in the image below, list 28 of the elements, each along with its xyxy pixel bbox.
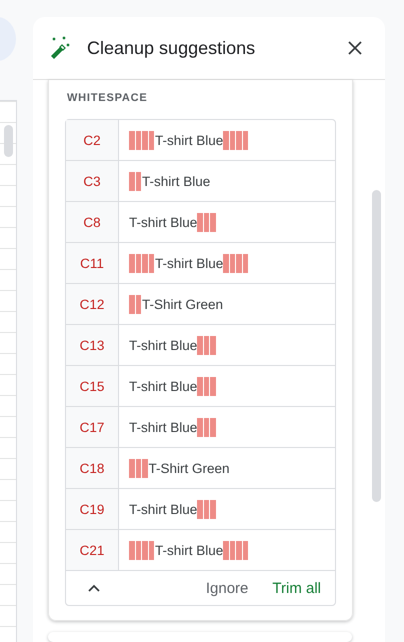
cell-value: T-shirt Blue [119, 489, 217, 529]
cell-reference[interactable]: C2 [66, 120, 119, 160]
cell-reference[interactable]: C21 [66, 530, 119, 570]
cell-value: T-shirt Blue [119, 530, 250, 570]
cell-reference[interactable]: C19 [66, 489, 119, 529]
cell-value: T-shirt Blue [119, 366, 217, 406]
cell-value: T-shirt Blue [119, 120, 250, 160]
cell-value: T-Shirt Green [119, 284, 224, 324]
scrollbar-thumb[interactable] [372, 190, 381, 502]
cell-reference[interactable]: C11 [66, 243, 119, 283]
cell-reference[interactable]: C3 [66, 161, 119, 201]
cell-reference[interactable]: C18 [66, 448, 119, 488]
scrollbar-thumb[interactable] [4, 125, 13, 157]
cell-reference[interactable]: C15 [66, 366, 119, 406]
cell-reference[interactable]: C17 [66, 407, 119, 447]
cell-value: T-shirt Blue [119, 243, 250, 283]
trim-all-button[interactable]: Trim all [272, 580, 321, 596]
cell-reference[interactable]: C13 [66, 325, 119, 365]
ignore-button[interactable]: Ignore [206, 580, 248, 596]
cell-value: T-shirt Blue [119, 161, 210, 201]
panel-title: Cleanup suggestions [87, 38, 256, 58]
cell-reference[interactable]: C8 [66, 202, 119, 242]
cell-reference[interactable]: C12 [66, 284, 119, 324]
cell-value: T-Shirt Green [119, 448, 230, 488]
section-heading: WHITESPACE [66, 91, 149, 106]
cell-value: T-shirt Blue [119, 202, 217, 242]
cell-value: T-shirt Blue [119, 325, 217, 365]
cell-value: T-shirt Blue [119, 407, 217, 447]
